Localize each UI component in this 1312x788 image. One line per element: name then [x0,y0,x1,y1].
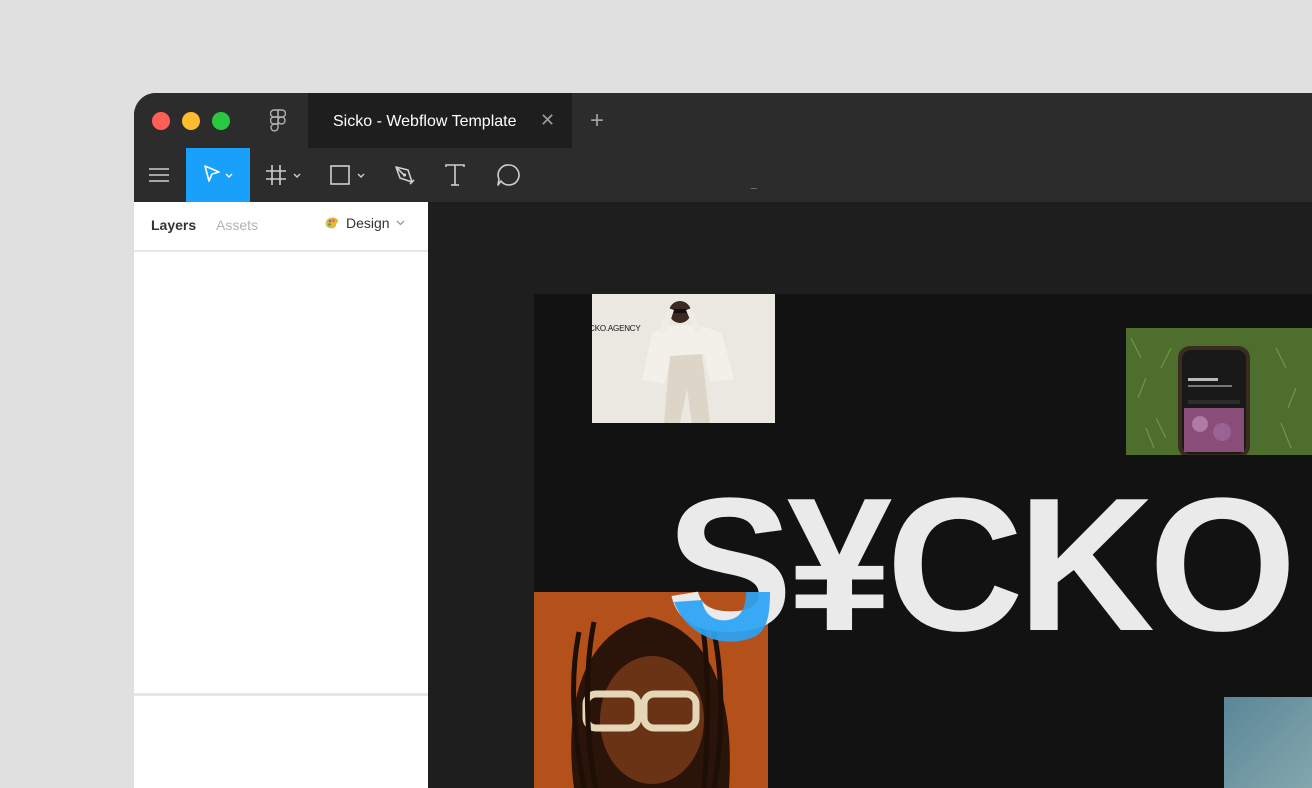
move-tool-button[interactable] [186,148,250,202]
tab-assets[interactable]: Assets [216,217,258,233]
figma-window: Sicko - Webflow Template ✕ + Layers Asse… [134,93,1312,788]
sidebar-tabs: Layers Assets Design [134,202,428,252]
selection-accent-shape [674,592,770,642]
design-label: Design [346,215,390,231]
text-tool-icon [445,164,465,186]
comment-tool-button[interactable] [492,148,526,202]
file-tab[interactable]: Sicko - Webflow Template ✕ [308,93,572,148]
figma-logo-icon[interactable] [270,109,286,133]
blue-gradient-photo[interactable] [1224,697,1312,788]
rectangle-tool-icon [330,165,365,185]
agency-label: SICKO.AGENCY [582,324,641,333]
main-menu-button[interactable] [142,148,176,202]
fashion-photo-illustration [592,294,775,423]
design-dropdown[interactable]: Design [324,215,405,231]
phone-on-grass-illustration [1126,328,1312,455]
maximize-window-button[interactable] [212,112,230,130]
new-tab-icon[interactable]: + [590,107,604,135]
left-sidebar: Layers Assets Design [134,202,428,788]
frame-tool-button[interactable] [262,148,308,202]
artboard-frame[interactable]: SICKO.AGENCY S¥CKO [534,294,1312,788]
comment-tool-icon [497,164,520,186]
menu-icon [149,168,169,182]
minimize-window-button[interactable] [182,112,200,130]
tab-layers[interactable]: Layers [151,217,196,233]
frame-tool-icon [266,165,301,185]
close-tab-icon[interactable]: ✕ [540,110,555,131]
design-palette-icon [325,217,339,229]
pen-tool-icon [395,166,415,185]
sidebar-divider [134,693,428,696]
title-bar: Sicko - Webflow Template ✕ + [134,93,1312,148]
chevron-down-icon [396,220,405,226]
toolbar [134,148,1312,202]
text-tool-button[interactable] [440,148,470,202]
blue-photo-illustration [1224,697,1312,788]
close-window-button[interactable] [152,112,170,130]
rectangle-tool-button[interactable] [326,148,372,202]
move-tool-icon [204,165,233,182]
fashion-photo-white-outfit[interactable] [592,294,775,423]
phone-on-grass-photo[interactable] [1126,328,1312,455]
tab-title: Sicko - Webflow Template [333,113,517,130]
toolbar-center-mark [751,188,757,189]
pen-tool-button[interactable] [388,148,422,202]
design-canvas[interactable]: SICKO.AGENCY S¥CKO [428,202,1312,788]
